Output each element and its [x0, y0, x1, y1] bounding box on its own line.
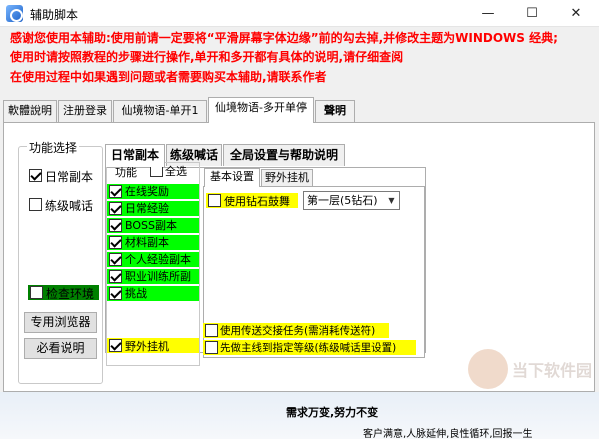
check-env-checkbox[interactable]: [30, 286, 43, 299]
main-line-row[interactable]: 先做主线到指定等级(练级喊话里设置): [203, 340, 416, 355]
teleport-task-row[interactable]: 使用传送交接任务(需消耗传送符): [203, 323, 389, 338]
tab-software-info[interactable]: 軟體說明: [3, 100, 57, 122]
item-checkbox[interactable]: [109, 236, 122, 249]
item-label: 日常经验: [125, 202, 169, 215]
function-select-group: 功能选择 日常副本 练级喊话 检查环境 专用浏览器 必看说明: [18, 139, 103, 384]
tab-statement[interactable]: 聲明: [315, 100, 355, 122]
list-item[interactable]: 个人经验副本: [107, 252, 199, 267]
item-label: 挑战: [125, 287, 147, 300]
item-label: 职业训练所副: [125, 270, 191, 283]
diamond-level-select[interactable]: 第一层(5钻石) ▼: [303, 191, 400, 210]
daily-label: 日常副本: [45, 170, 94, 184]
main-line-label: 先做主线到指定等级(练级喊话里设置): [220, 342, 397, 354]
tab-register-login[interactable]: 注册登录: [58, 100, 112, 122]
item-checkbox[interactable]: [109, 219, 122, 232]
watermark-icon: [468, 349, 508, 389]
close-button[interactable]: ✕: [554, 0, 598, 27]
diamond-level-value: 第一层(5钻石): [307, 194, 378, 207]
notice-line-1: 感谢您使用本辅助:使用前请一定要将“平滑屏幕字体边缘”前的勾去掉,并修改主题为W…: [10, 31, 558, 45]
title-bar: 辅助脚本 — ☐ ✕: [0, 0, 599, 27]
watermark-logo: 当下软件园: [468, 343, 592, 393]
browser-button[interactable]: 专用浏览器: [24, 312, 97, 333]
maximize-button[interactable]: ☐: [510, 0, 554, 27]
tab-global-settings[interactable]: 全局设置与帮助说明: [223, 144, 345, 166]
item-label: 材料副本: [125, 236, 169, 249]
tab-daily-instance[interactable]: 日常副本: [105, 144, 165, 167]
teleport-task-checkbox[interactable]: [205, 324, 218, 337]
minimize-button[interactable]: —: [466, 0, 510, 27]
item-checkbox[interactable]: [109, 253, 122, 266]
chevron-down-icon: ▼: [388, 196, 395, 205]
notice-line-2: 使用时请按照教程的步骤进行操作,单开和多开都有具体的说明,请仔细查阅: [10, 50, 404, 64]
use-diamond-checkbox[interactable]: [208, 194, 221, 207]
list-item[interactable]: 挑战: [107, 286, 199, 301]
window-title: 辅助脚本: [30, 8, 79, 22]
item-label: BOSS副本: [125, 219, 177, 232]
footer-slogan: 需求万变,努力不变: [286, 406, 379, 419]
select-all-label: 全选: [165, 165, 187, 178]
item-label: 个人经验副本: [125, 253, 191, 266]
list-item[interactable]: 日常经验: [107, 201, 199, 216]
item-checkbox[interactable]: [109, 270, 122, 283]
list-item[interactable]: 职业训练所副: [107, 269, 199, 284]
use-diamond-row[interactable]: 使用钻石鼓舞: [206, 193, 298, 208]
outdoor-label: 野外挂机: [125, 340, 169, 353]
item-checkbox[interactable]: [109, 202, 122, 215]
tab-single-open[interactable]: 仙境物语-单开1: [113, 100, 207, 122]
item-checkbox[interactable]: [109, 185, 122, 198]
outdoor-checkbox[interactable]: [109, 339, 122, 352]
notice-line-3: 在使用过程中如果遇到问题或者需要购买本辅助,请联系作者: [10, 70, 327, 84]
footer-motto: 客户满意,人脉延伸,良性循环,回报一生: [363, 429, 533, 439]
item-label: 在线奖励: [125, 185, 169, 198]
item-checkbox[interactable]: [109, 287, 122, 300]
watermark-text: 当下软件园: [512, 361, 593, 380]
main-line-checkbox[interactable]: [205, 341, 218, 354]
list-item[interactable]: BOSS副本: [107, 218, 199, 233]
check-env-label: 检查环境: [46, 287, 95, 301]
teleport-task-label: 使用传送交接任务(需消耗传送符): [220, 325, 376, 337]
readme-button[interactable]: 必看说明: [24, 338, 97, 359]
outdoor-row[interactable]: 野外挂机: [107, 338, 199, 353]
check-env-row[interactable]: 检查环境: [28, 285, 99, 301]
tab-basic-settings[interactable]: 基本设置: [204, 168, 260, 187]
shout-label: 练级喊话: [45, 199, 94, 213]
app-icon: [6, 5, 23, 22]
list-item[interactable]: 材料副本: [107, 235, 199, 250]
use-diamond-label: 使用钻石鼓舞: [224, 195, 290, 208]
list-item[interactable]: 在线奖励: [107, 184, 199, 199]
tab-outdoor-hang[interactable]: 野外挂机: [261, 169, 313, 187]
tab-multi-open[interactable]: 仙境物语-多开单停: [208, 97, 314, 123]
shout-checkbox[interactable]: [29, 198, 42, 211]
daily-checkbox[interactable]: [29, 169, 42, 182]
inner-tab-bar: 日常副本 练级喊话 全局设置与帮助说明: [0, 144, 599, 168]
